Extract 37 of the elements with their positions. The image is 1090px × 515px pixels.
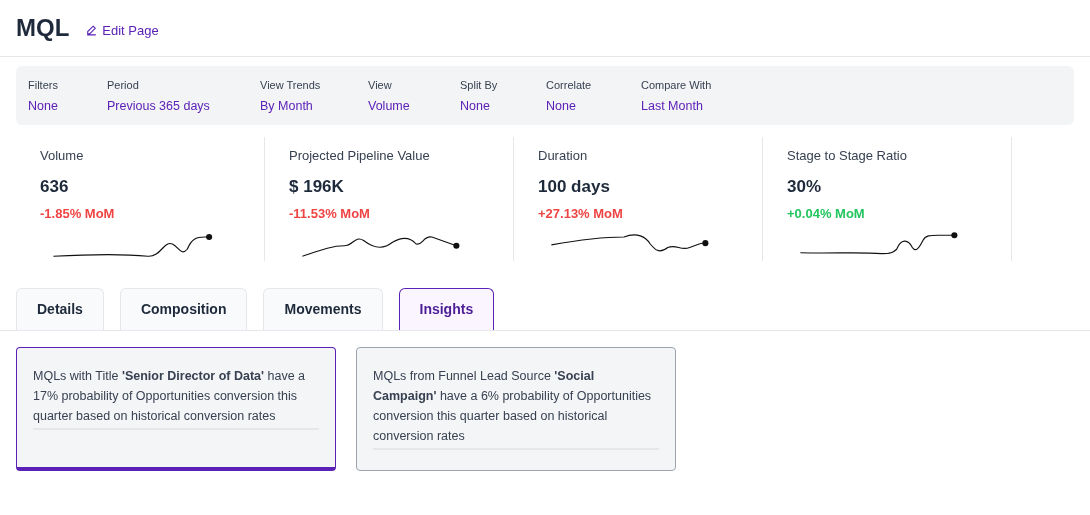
metric-change: +0.04% MoM bbox=[787, 205, 865, 223]
tab[interactable]: Details bbox=[16, 288, 104, 330]
filter-label: Compare With bbox=[641, 78, 713, 93]
pencil-icon bbox=[85, 23, 99, 37]
metric-value: 30% bbox=[787, 175, 822, 198]
filter-value[interactable]: None bbox=[546, 96, 641, 116]
metric-change: -1.85% MoM bbox=[40, 205, 115, 223]
metric-value: 636 bbox=[40, 175, 69, 198]
edit-page-link[interactable]: Edit Page bbox=[85, 20, 159, 40]
metric-label: Volume bbox=[40, 147, 84, 165]
metric-change: +27.13% MoM bbox=[538, 205, 623, 223]
tab[interactable]: Insights bbox=[398, 288, 495, 330]
filter-value[interactable]: Previous 365 days bbox=[107, 96, 260, 116]
metric-label: Stage to Stage Ratio bbox=[787, 147, 907, 165]
metric-label: Duration bbox=[538, 147, 588, 165]
filter-value[interactable]: Last Month bbox=[641, 96, 761, 116]
insight-card[interactable]: MQLs from Funnel Lead Source 'Social Campaign' have a 6% probability of Opportunities conversion this quarter based on historical conversion rates bbox=[356, 347, 676, 471]
insight-text: MQLs with Title 'Senior Director of Data' have a 17% probability of Opportunities conversion this quarter based on historical conversion rates bbox=[33, 366, 319, 430]
filter-label: Filters bbox=[28, 78, 59, 93]
filter-label: View bbox=[368, 78, 393, 93]
metric-value: $ 196K bbox=[289, 175, 344, 198]
metric-label: Projected Pipeline Value bbox=[289, 147, 430, 165]
metric-value: 100 days bbox=[538, 175, 610, 198]
metric-change: -11.53% MoM bbox=[289, 205, 370, 223]
filter-value[interactable]: None bbox=[28, 96, 107, 116]
filter-label: Period bbox=[107, 78, 140, 93]
filter-label: Correlate bbox=[546, 78, 593, 93]
filter-value[interactable]: None bbox=[460, 96, 546, 116]
tab[interactable]: Composition bbox=[119, 288, 248, 330]
filter-value[interactable]: By Month bbox=[260, 96, 368, 116]
insight-card[interactable]: MQLs with Title 'Senior Director of Data' have a 17% probability of Opportunities conversion this quarter based on historical conversion rates bbox=[16, 347, 336, 471]
filter-label: View Trends bbox=[260, 78, 322, 93]
tab[interactable]: Movements bbox=[263, 288, 383, 330]
filter-value[interactable]: Volume bbox=[368, 96, 460, 116]
filter-label: Split By bbox=[460, 78, 499, 93]
insight-text: MQLs from Funnel Lead Source 'Social Campaign' have a 6% probability of Opportunities conversion this quarter based on historical conversion rates bbox=[373, 366, 659, 450]
page-title: MQL bbox=[16, 13, 70, 43]
